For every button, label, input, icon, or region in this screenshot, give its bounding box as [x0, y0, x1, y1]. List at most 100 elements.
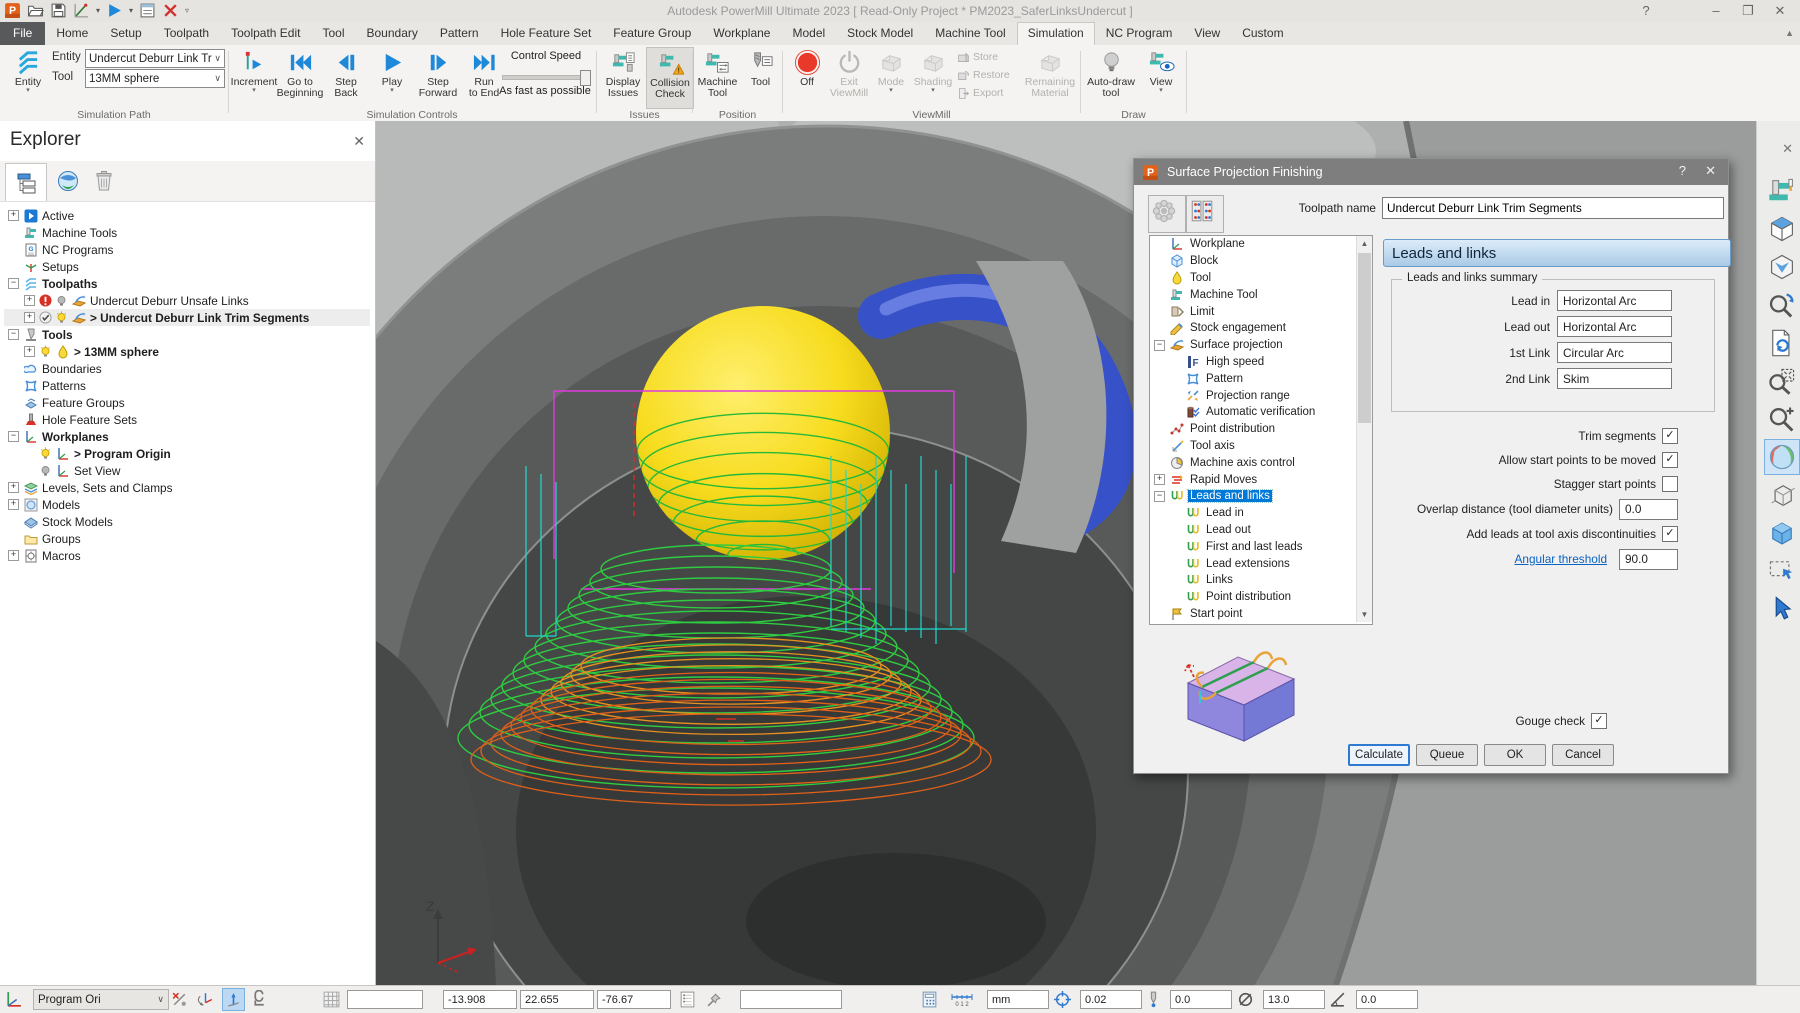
tree-item-point-distribution[interactable]: Point distribution	[1150, 589, 1372, 606]
mode-button[interactable]: Mode▾	[870, 47, 912, 107]
tree-item-set-view[interactable]: Set View	[4, 462, 370, 479]
expand-icon[interactable]: +	[8, 482, 19, 493]
tab-view[interactable]: View	[1183, 22, 1231, 45]
control-speed-slider[interactable]	[502, 75, 590, 80]
machine-view-button[interactable]	[1764, 173, 1800, 209]
queue-button[interactable]: Queue	[1416, 744, 1478, 766]
tree-item-machine-tool[interactable]: Machine Tool	[1150, 286, 1372, 303]
tab-feature-group[interactable]: Feature Group	[602, 22, 702, 45]
workplane-select[interactable]: Program Ori∨	[33, 989, 169, 1010]
z-coordinate-field[interactable]	[597, 990, 671, 1009]
shading-button[interactable]: Shading▾	[912, 47, 954, 107]
thickness-field[interactable]	[1170, 990, 1232, 1009]
calculate-button[interactable]: Calculate	[1348, 744, 1410, 766]
exit-viewmill-button[interactable]: Exit ViewMill	[828, 47, 870, 107]
tab-boundary[interactable]: Boundary	[356, 22, 429, 45]
toolpath-name-input[interactable]	[1382, 197, 1724, 219]
web-icon[interactable]	[56, 169, 80, 193]
machine-tool-button[interactable]: Machine Tool	[696, 47, 739, 107]
collapse-icon[interactable]: −	[8, 278, 19, 289]
tree-item-hole-feature-sets[interactable]: Hole Feature Sets	[4, 411, 370, 428]
tab-workplane[interactable]: Workplane	[702, 22, 781, 45]
allow-start-points-to-be-moved-checkbox[interactable]: ✓	[1662, 452, 1678, 468]
1st-link-value[interactable]: Circular Arc	[1557, 342, 1672, 363]
select-cursor-button[interactable]	[1764, 591, 1800, 627]
tab-setup[interactable]: Setup	[99, 22, 152, 45]
tree-item-macros[interactable]: +Macros	[4, 547, 370, 564]
tab-model[interactable]: Model	[781, 22, 836, 45]
tree-item-links[interactable]: Links	[1150, 572, 1372, 589]
zoom-previous-button[interactable]	[1764, 287, 1800, 323]
collapse-ribbon-icon[interactable]: ▲	[1785, 28, 1794, 38]
scroll-thumb[interactable]	[1358, 253, 1371, 423]
tree-item-automatic-verification[interactable]: Automatic verification	[1150, 404, 1372, 421]
tree-item-program-origin[interactable]: > Program Origin	[4, 445, 370, 462]
expand-icon[interactable]: +	[24, 295, 35, 306]
view-toolbar-close-icon[interactable]: ✕	[1782, 141, 1793, 157]
tab-custom[interactable]: Custom	[1231, 22, 1294, 45]
calculator-icon[interactable]	[920, 990, 939, 1009]
tree-item-undercut-deburr-unsafe-links[interactable]: +Undercut Deburr Unsafe Links	[4, 292, 370, 309]
tree-item-pattern[interactable]: Pattern	[1150, 370, 1372, 387]
tree-item-workplanes[interactable]: −Workplanes	[4, 428, 370, 445]
tree-item-levels-sets-and-clamps[interactable]: +Levels, Sets and Clamps	[4, 479, 370, 496]
tree-item-projection-range[interactable]: Projection range	[1150, 387, 1372, 404]
z-axis-mode-icon[interactable]	[222, 988, 245, 1011]
tab-pattern[interactable]: Pattern	[429, 22, 490, 45]
shaded-view-button[interactable]	[1764, 515, 1800, 551]
dialog-close-button[interactable]: ✕	[1705, 163, 1716, 179]
restore-button[interactable]: ❐	[1734, 2, 1762, 20]
tab-machine-tool[interactable]: Machine Tool	[924, 22, 1017, 45]
cancel-button[interactable]: Cancel	[1552, 744, 1614, 766]
tree-item-undercut-deburr-link-trim-segments[interactable]: +> Undercut Deburr Link Trim Segments	[4, 309, 370, 326]
collapse-icon[interactable]: −	[1154, 491, 1165, 502]
y-coordinate-field[interactable]	[520, 990, 594, 1009]
tab-hole-feature-set[interactable]: Hole Feature Set	[490, 22, 603, 45]
tree-item-groups[interactable]: Groups	[4, 530, 370, 547]
tree-item-patterns[interactable]: Patterns	[4, 377, 370, 394]
close-button[interactable]: ✕	[1766, 2, 1794, 20]
tree-item-13mm-sphere[interactable]: +> 13MM sphere	[4, 343, 370, 360]
lead-in-value[interactable]: Horizontal Arc	[1557, 290, 1672, 311]
diameter-field[interactable]	[1263, 990, 1325, 1009]
play-button[interactable]: Play▾	[369, 47, 415, 107]
explorer-close-icon[interactable]: ✕	[353, 133, 365, 150]
grid-icon[interactable]	[322, 990, 341, 1009]
tab-toolpath-edit[interactable]: Toolpath Edit	[220, 22, 311, 45]
tree-item-machine-tools[interactable]: Machine Tools	[4, 224, 370, 241]
iso-view-1-button[interactable]	[1764, 211, 1800, 247]
tab-nc-program[interactable]: NC Program	[1095, 22, 1184, 45]
export-button[interactable]: Export	[957, 85, 1010, 101]
remaining-material-button[interactable]: Remaining Material	[1022, 47, 1078, 107]
iso-view-2-button[interactable]	[1764, 249, 1800, 285]
tab-home[interactable]: Home	[45, 22, 99, 45]
tool-select[interactable]: 13MM sphere∨	[85, 69, 225, 88]
workplane-edit-icon[interactable]	[170, 990, 189, 1009]
wireframe-view-button[interactable]	[1764, 477, 1800, 513]
clamp-icon[interactable]	[250, 990, 269, 1009]
collision-check-button[interactable]: !Collision Check	[646, 47, 694, 109]
increment-button[interactable]: Increment▾	[231, 47, 277, 107]
tree-item-limit[interactable]: Limit	[1150, 303, 1372, 320]
trash-icon[interactable]	[92, 169, 116, 193]
angular-threshold-input[interactable]: 90.0	[1619, 549, 1678, 570]
expand-icon[interactable]: +	[24, 312, 35, 323]
trim-segments-checkbox[interactable]: ✓	[1662, 428, 1678, 444]
tree-item-setups[interactable]: Setups	[4, 258, 370, 275]
2nd-link-value[interactable]: Skim	[1557, 368, 1672, 389]
list-icon[interactable]	[678, 990, 697, 1009]
tree-item-surface-projection[interactable]: −Surface projection	[1150, 337, 1372, 354]
grid-size-field[interactable]	[347, 990, 423, 1009]
tree-item-models[interactable]: +Models	[4, 496, 370, 513]
tolerance-field[interactable]	[1080, 990, 1142, 1009]
lead-out-value[interactable]: Horizontal Arc	[1557, 316, 1672, 337]
rotate-axes-icon[interactable]	[196, 990, 215, 1009]
collapse-icon[interactable]: −	[8, 329, 19, 340]
restore-button[interactable]: Restore	[957, 67, 1010, 83]
tree-item-stock-models[interactable]: Stock Models	[4, 513, 370, 530]
tool-button[interactable]: Tool	[739, 47, 782, 107]
tree-item-tool[interactable]: Tool	[1150, 270, 1372, 287]
slider-knob[interactable]	[580, 70, 591, 86]
picker-icon[interactable]	[705, 990, 724, 1009]
entity-select[interactable]: Undercut Deburr Link Tr∨	[85, 49, 225, 68]
